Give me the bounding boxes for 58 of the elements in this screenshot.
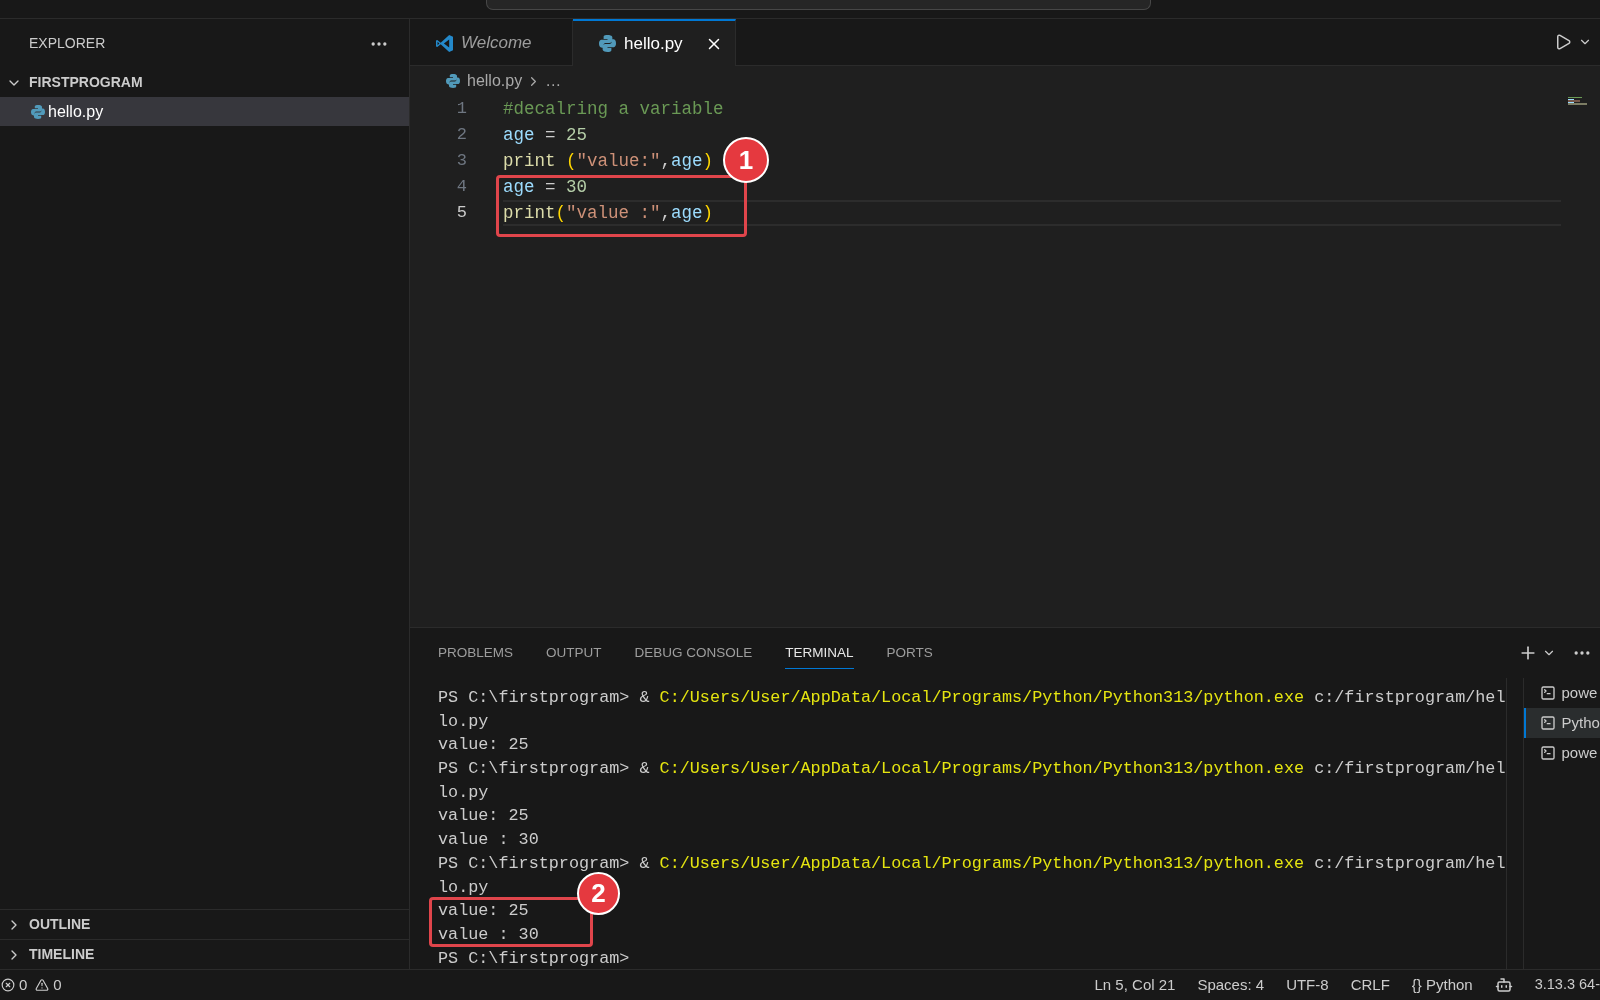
status-item[interactable]: CRLF [1350, 973, 1390, 997]
status-item[interactable]: UTF-8 [1286, 973, 1329, 997]
terminal-line: PS C:\firstprogram> & C:/Users/User/AppData/Local/Programs/Python/Python313/python.exe c:/firstprogram/hel [438, 758, 1506, 781]
status-item[interactable]: Ln 5, Col 21 [1094, 973, 1176, 997]
code-line: print("value :",age) [503, 201, 714, 225]
terminal-line: value : 30 [438, 923, 539, 946]
status-item[interactable]: Spaces: 4 [1197, 973, 1265, 997]
terminal-list-item[interactable]: powe [1523, 738, 1600, 768]
breadcrumb-item[interactable]: hello.py [467, 69, 523, 93]
terminal-line: value : 30 [438, 829, 539, 852]
terminal-line: PS C:\firstprogram> [438, 947, 630, 970]
warning-icon [35, 978, 50, 992]
code-line: age = 30 [503, 175, 588, 199]
terminal-list-item[interactable]: Pytho [1523, 708, 1600, 738]
terminal-icon [1539, 715, 1556, 731]
number-badge: 1 [723, 137, 769, 183]
minimap-drawing [1568, 97, 1587, 105]
robot-icon[interactable] [1494, 976, 1513, 994]
terminal-line: value: 25 [438, 805, 529, 828]
panel-tab[interactable]: PROBLEMS [438, 636, 514, 670]
line-number: 1 [455, 98, 467, 120]
code-line: print ("value:",age) [503, 149, 714, 173]
interpreter-button[interactable]: 3.13.3 64- [1534, 974, 1600, 996]
terminal-icon [1539, 745, 1556, 761]
python-icon [599, 35, 616, 52]
terminal-list-item[interactable]: powe [1523, 678, 1600, 708]
code-line: #decalring a variable [503, 97, 724, 121]
panel-tab[interactable]: DEBUG CONSOLE [634, 636, 753, 670]
editor-tab[interactable]: hello.py [573, 19, 736, 66]
line-number: 5 [455, 202, 467, 224]
terminal-line: lo.py [438, 876, 489, 899]
code-line: age = 25 [503, 123, 588, 147]
play-icon[interactable] [1554, 33, 1572, 51]
line-number: 3 [455, 150, 467, 172]
language-button[interactable]: {} Python [1411, 973, 1473, 997]
terminal-line: value: 25 [438, 900, 529, 923]
code-logo-icon [436, 34, 453, 52]
section-header[interactable]: OUTLINE [0, 909, 409, 939]
python-icon [446, 74, 460, 88]
python-icon [31, 104, 45, 119]
sidebar-title: EXPLORER [29, 34, 106, 53]
terminal-line: PS C:\firstprogram> & C:/Users/User/AppData/Local/Programs/Python/Python313/python.exe c:/firstprogram/hel [438, 852, 1506, 875]
line-number: 2 [455, 124, 467, 146]
error-icon [1, 978, 15, 992]
terminal-line: PS C:\firstprogram> & C:/Users/User/AppData/Local/Programs/Python/Python313/python.exe c:/firstprogram/hel [438, 687, 1506, 709]
terminal-icon [1539, 685, 1556, 701]
terminal-line: lo.py [438, 781, 489, 804]
folder-row[interactable]: FIRSTPROGRAM [0, 68, 409, 97]
panel-tab[interactable]: PORTS [886, 636, 933, 670]
panel-tab[interactable]: OUTPUT [546, 636, 602, 670]
line-number: 4 [455, 176, 467, 198]
breadcrumb-item[interactable]: … [545, 69, 562, 93]
file-row[interactable]: hello.py [0, 97, 409, 126]
search-field[interactable] [486, 0, 1151, 10]
panel-tab[interactable]: TERMINAL [785, 636, 854, 670]
terminal-line: lo.py [438, 710, 489, 733]
terminal-line: value: 25 [438, 734, 529, 757]
problems-button[interactable]: 0 0 [0, 973, 62, 997]
